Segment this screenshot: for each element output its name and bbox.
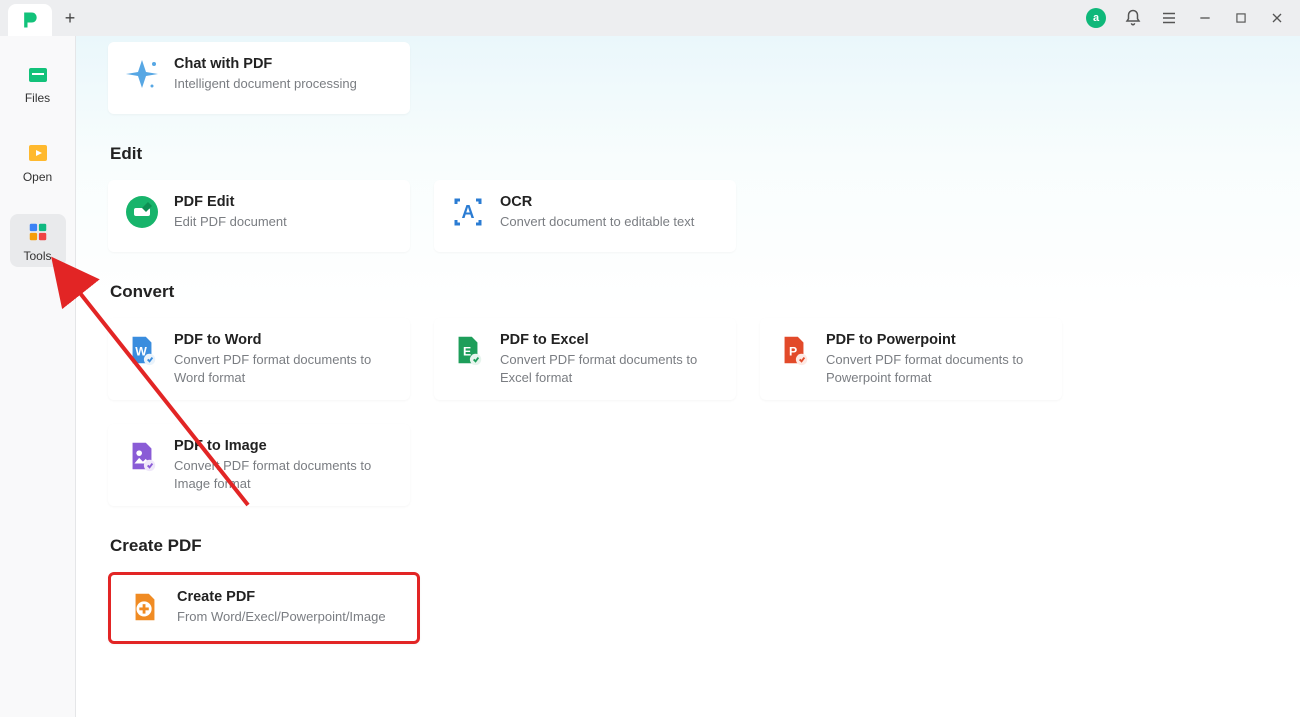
card-body: PDF to Image Convert PDF format document… xyxy=(174,438,396,492)
sidebar-item-files[interactable]: Files xyxy=(10,56,66,109)
section-title-edit: Edit xyxy=(110,144,1268,164)
svg-text:P: P xyxy=(789,345,797,359)
files-icon xyxy=(26,62,50,86)
card-pdf-to-powerpoint[interactable]: P PDF to Powerpoint Convert PDF format d… xyxy=(760,318,1062,400)
card-desc: Edit PDF document xyxy=(174,213,287,231)
card-body: OCR Convert document to editable text xyxy=(500,194,694,231)
card-pdf-to-word[interactable]: W PDF to Word Convert PDF format documen… xyxy=(108,318,410,400)
card-title: OCR xyxy=(500,194,694,210)
titlebar: + a xyxy=(0,0,1300,36)
card-chat-with-pdf[interactable]: Chat with PDF Intelligent document proce… xyxy=(108,42,410,114)
word-icon: W xyxy=(124,332,160,368)
main: Files Open Tools Chat with PDF Intellig xyxy=(0,36,1300,717)
sidebar-item-label: Open xyxy=(23,170,52,184)
titlebar-left: + xyxy=(8,0,88,36)
excel-icon: E xyxy=(450,332,486,368)
sidebar-item-tools[interactable]: Tools xyxy=(10,214,66,267)
pdf-edit-icon xyxy=(124,194,160,230)
card-title: Chat with PDF xyxy=(174,56,357,72)
sidebar-item-open[interactable]: Open xyxy=(10,135,66,188)
card-body: Chat with PDF Intelligent document proce… xyxy=(174,56,357,93)
card-body: PDF to Excel Convert PDF format document… xyxy=(500,332,722,386)
card-pdf-to-image[interactable]: PDF to Image Convert PDF format document… xyxy=(108,424,410,506)
powerpoint-icon: P xyxy=(776,332,812,368)
card-desc: Convert PDF format documents to Word for… xyxy=(174,351,396,386)
tools-icon xyxy=(26,220,50,244)
user-avatar[interactable]: a xyxy=(1086,8,1106,28)
sidebar: Files Open Tools xyxy=(0,36,76,717)
svg-text:A: A xyxy=(462,202,475,222)
card-create-pdf[interactable]: Create PDF From Word/Execl/Powerpoint/Im… xyxy=(108,572,420,644)
card-pdf-edit[interactable]: PDF Edit Edit PDF document xyxy=(108,180,410,252)
card-pdf-to-excel[interactable]: E PDF to Excel Convert PDF format docume… xyxy=(434,318,736,400)
card-body: Create PDF From Word/Execl/Powerpoint/Im… xyxy=(177,589,386,626)
notifications-icon[interactable] xyxy=(1124,9,1142,27)
card-desc: Convert document to editable text xyxy=(500,213,694,231)
close-icon[interactable] xyxy=(1268,9,1286,27)
sparkle-icon xyxy=(124,56,160,92)
image-icon xyxy=(124,438,160,474)
open-icon xyxy=(26,141,50,165)
card-title: PDF to Powerpoint xyxy=(826,332,1048,348)
new-tab-button[interactable]: + xyxy=(52,0,88,36)
maximize-icon[interactable] xyxy=(1232,9,1250,27)
card-desc: Convert PDF format documents to Excel fo… xyxy=(500,351,722,386)
card-title: PDF to Excel xyxy=(500,332,722,348)
sidebar-item-label: Files xyxy=(25,91,50,105)
minimize-icon[interactable] xyxy=(1196,9,1214,27)
app-tab[interactable] xyxy=(8,4,52,36)
card-body: PDF to Powerpoint Convert PDF format doc… xyxy=(826,332,1048,386)
user-avatar-letter: a xyxy=(1093,12,1099,24)
plus-icon: + xyxy=(65,8,76,29)
create-pdf-icon xyxy=(127,589,163,625)
titlebar-right: a xyxy=(1086,8,1292,28)
section-title-convert: Convert xyxy=(110,282,1268,302)
card-desc: From Word/Execl/Powerpoint/Image xyxy=(177,608,386,626)
card-ocr[interactable]: A OCR Convert document to editable text xyxy=(434,180,736,252)
content: Chat with PDF Intelligent document proce… xyxy=(76,36,1300,717)
card-desc: Intelligent document processing xyxy=(174,75,357,93)
sidebar-item-label: Tools xyxy=(23,249,51,263)
card-body: PDF Edit Edit PDF document xyxy=(174,194,287,231)
menu-icon[interactable] xyxy=(1160,9,1178,27)
svg-text:E: E xyxy=(463,345,471,359)
card-desc: Convert PDF format documents to Powerpoi… xyxy=(826,351,1048,386)
card-body: PDF to Word Convert PDF format documents… xyxy=(174,332,396,386)
card-title: Create PDF xyxy=(177,589,386,605)
section-title-create: Create PDF xyxy=(110,536,1268,556)
card-desc: Convert PDF format documents to Image fo… xyxy=(174,457,396,492)
app-logo-icon xyxy=(20,10,40,30)
card-title: PDF to Image xyxy=(174,438,396,454)
card-title: PDF to Word xyxy=(174,332,396,348)
ocr-icon: A xyxy=(450,194,486,230)
card-title: PDF Edit xyxy=(174,194,287,210)
